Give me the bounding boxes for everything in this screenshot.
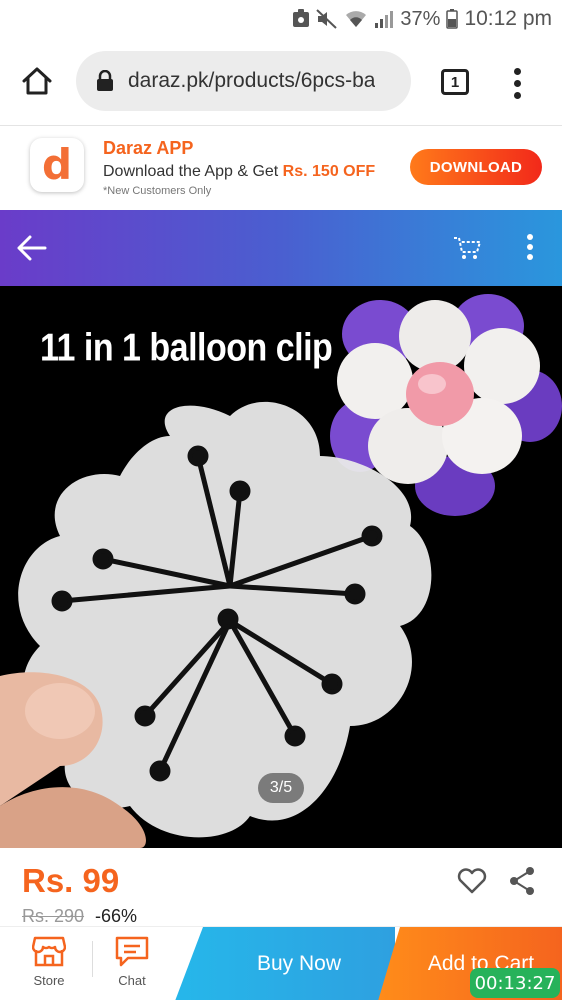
image-counter: 3/5 — [258, 773, 304, 803]
share-icon[interactable] — [508, 866, 536, 896]
home-icon[interactable] — [20, 64, 54, 98]
app-header — [0, 210, 562, 286]
notification-icon — [293, 9, 310, 27]
url-bar[interactable]: daraz.pk/products/6pcs-ba — [76, 51, 411, 111]
signal-icon — [375, 11, 394, 28]
chat-icon — [115, 936, 149, 967]
battery-icon — [446, 9, 459, 29]
divider — [92, 941, 93, 977]
banner-desc-text: Download the App & Get — [103, 163, 283, 180]
tabs-icon[interactable]: 1 — [441, 69, 469, 95]
banner-discount: Rs. 150 OFF — [282, 163, 376, 180]
banner-title: Daraz APP — [103, 138, 194, 158]
url-text: daraz.pk/products/6pcs-ba — [128, 69, 376, 92]
daraz-logo: d — [30, 138, 84, 192]
menu-icon[interactable] — [514, 68, 522, 99]
download-button[interactable]: DOWNLOAD — [410, 149, 542, 185]
store-button[interactable]: Store — [14, 927, 84, 1000]
chat-button[interactable]: Chat — [97, 927, 167, 1000]
back-arrow-icon[interactable] — [16, 234, 48, 262]
battery-percent: 37% — [400, 7, 441, 30]
cart-icon[interactable] — [452, 234, 482, 262]
banner-note: *New Customers Only — [103, 185, 212, 197]
current-price: Rs. 99 — [22, 862, 120, 899]
app-download-banner: d Daraz APP Download the App & Get Rs. 1… — [0, 126, 562, 210]
mute-icon — [316, 9, 338, 29]
status-bar: 37% 10:12 pm — [0, 0, 562, 38]
original-price: Rs. 290 — [22, 906, 85, 926]
image-caption: 11 in 1 balloon clip — [40, 326, 333, 370]
more-icon[interactable] — [527, 234, 535, 260]
browser-toolbar: daraz.pk/products/6pcs-ba 1 — [0, 38, 562, 126]
price-section: Rs. 99 Rs. 290 -66% — [0, 848, 562, 926]
banner-description: Download the App & Get Rs. 150 OFF — [103, 163, 375, 181]
lock-icon — [97, 70, 113, 91]
screen-record-timer: 00:13:27 — [470, 968, 560, 998]
store-label: Store — [33, 973, 65, 988]
buy-now-button[interactable]: Buy Now — [175, 927, 395, 1000]
wifi-icon — [346, 11, 367, 27]
clock: 10:12 pm — [464, 7, 552, 30]
discount-percent: -66% — [95, 906, 138, 926]
product-image-carousel[interactable]: 11 in 1 balloon clip 3/5 — [0, 286, 562, 848]
chat-label: Chat — [118, 973, 146, 988]
store-icon — [32, 936, 66, 967]
heart-icon[interactable] — [457, 868, 487, 894]
tab-count: 1 — [450, 73, 460, 91]
